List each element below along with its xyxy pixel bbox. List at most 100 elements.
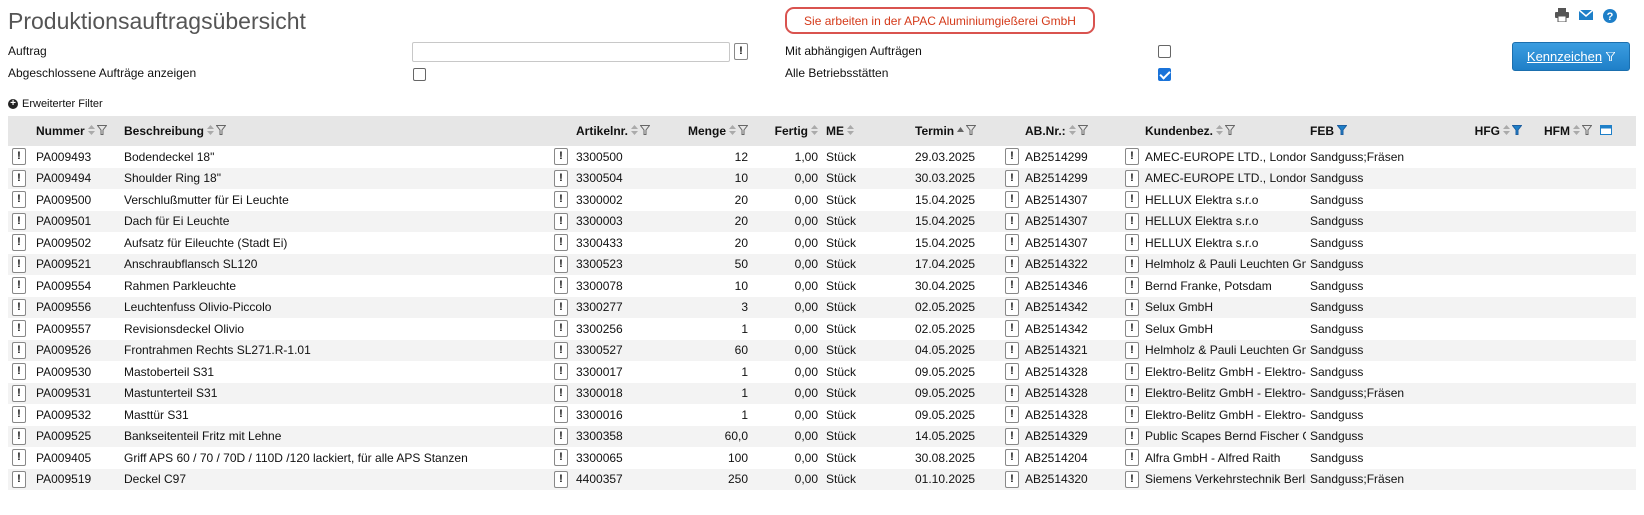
row-info-button[interactable]: ! [12, 427, 26, 445]
table-row[interactable]: ! PA009531 Mastunterteil S31! 3300018 1 0,00 S… [8, 382, 1636, 404]
customer-info-button[interactable]: ! [1125, 341, 1139, 359]
filter-icon[interactable] [215, 124, 227, 138]
sort-icon[interactable] [1068, 124, 1076, 138]
table-row[interactable]: ! PA009557 Revisionsdeckel Olivio! 3300256 1… [8, 318, 1636, 340]
customer-info-button[interactable]: ! [1125, 169, 1139, 187]
filter-icon[interactable] [737, 124, 749, 138]
article-info-button[interactable]: ! [554, 427, 568, 445]
ab-info-button[interactable]: ! [1005, 384, 1019, 402]
row-info-button[interactable]: ! [12, 169, 26, 187]
customer-info-button[interactable]: ! [1125, 191, 1139, 209]
sort-icon[interactable] [1216, 124, 1223, 138]
row-info-button[interactable]: ! [12, 212, 26, 230]
table-row[interactable]: ! PA009532 Masttür S31! 3300016 1 0,00 Stück 09… [8, 404, 1636, 426]
erweiterter-filter-toggle[interactable]: + Erweiterter Filter [8, 98, 103, 110]
article-info-button[interactable]: ! [554, 406, 568, 424]
column-header-feb[interactable]: FEB [1306, 116, 1416, 146]
article-info-button[interactable]: ! [554, 384, 568, 402]
auftrag-input[interactable] [412, 42, 730, 62]
table-row[interactable]: ! PA009405 Griff APS 60 / 70 / 70D / 110D … [8, 447, 1636, 469]
article-info-button[interactable]: ! [554, 449, 568, 467]
column-header-menge[interactable]: Menge [662, 116, 752, 146]
table-row[interactable]: ! PA009494 Shoulder Ring 18"! 3300504 10 0,00… [8, 167, 1636, 189]
column-header-fertig[interactable]: Fertig [752, 116, 822, 146]
article-info-button[interactable]: ! [554, 169, 568, 187]
column-header-me[interactable]: ME [822, 116, 866, 146]
mail-icon[interactable] [1578, 8, 1594, 24]
article-info-button[interactable]: ! [554, 320, 568, 338]
ab-info-button[interactable]: ! [1005, 406, 1019, 424]
column-chooser[interactable] [1596, 116, 1636, 146]
sort-icon[interactable] [1573, 124, 1580, 138]
customer-info-button[interactable]: ! [1125, 406, 1139, 424]
article-info-button[interactable]: ! [554, 212, 568, 230]
table-row[interactable]: ! PA009526 Frontrahmen Rechts SL271.R-1.01… [8, 339, 1636, 361]
article-info-button[interactable]: ! [554, 470, 568, 488]
row-info-button[interactable]: ! [12, 191, 26, 209]
row-info-button[interactable]: ! [12, 384, 26, 402]
table-row[interactable]: ! PA009530 Mastoberteil S31! 3300017 1 0,00 St… [8, 361, 1636, 383]
filter-icon[interactable] [1077, 124, 1089, 138]
betriebsstaetten-checkbox[interactable] [1158, 68, 1171, 81]
column-header-kunde[interactable]: Kundenbez. [1141, 116, 1306, 146]
customer-info-button[interactable]: ! [1125, 255, 1139, 273]
row-info-button[interactable]: ! [12, 277, 26, 295]
auftrag-info-button[interactable]: ! [734, 43, 748, 60]
ab-info-button[interactable]: ! [1005, 341, 1019, 359]
article-info-button[interactable]: ! [554, 255, 568, 273]
ab-info-button[interactable]: ! [1005, 449, 1019, 467]
article-info-button[interactable]: ! [554, 341, 568, 359]
table-row[interactable]: ! PA009521 Anschraubflansch SL120! 3300523 5… [8, 253, 1636, 275]
customer-info-button[interactable]: ! [1125, 427, 1139, 445]
ab-info-button[interactable]: ! [1005, 191, 1019, 209]
row-info-button[interactable]: ! [12, 449, 26, 467]
ab-info-button[interactable]: ! [1005, 277, 1019, 295]
table-row[interactable]: ! PA009525 Bankseitenteil Fritz mit Lehne!… [8, 425, 1636, 447]
row-info-button[interactable]: ! [12, 255, 26, 273]
article-info-button[interactable]: ! [554, 148, 568, 166]
customer-info-button[interactable]: ! [1125, 363, 1139, 381]
customer-info-button[interactable]: ! [1125, 212, 1139, 230]
column-header-hfm[interactable]: HFM [1526, 116, 1596, 146]
ab-info-button[interactable]: ! [1005, 298, 1019, 316]
customer-info-button[interactable]: ! [1125, 384, 1139, 402]
table-row[interactable]: ! PA009556 Leuchtenfuss Olivio-Piccolo! 330… [8, 296, 1636, 318]
sort-icon[interactable] [207, 124, 215, 138]
customer-info-button[interactable]: ! [1125, 234, 1139, 252]
filter-icon[interactable] [1581, 124, 1593, 138]
sort-icon[interactable] [729, 124, 736, 138]
column-header-beschreibung[interactable]: Beschreibung [120, 116, 550, 146]
ab-info-button[interactable]: ! [1005, 255, 1019, 273]
table-row[interactable]: ! PA009500 Verschlußmutter für Ei Leuchte!… [8, 189, 1636, 211]
customer-info-button[interactable]: ! [1125, 320, 1139, 338]
filter-icon[interactable] [1224, 124, 1236, 138]
column-header-termin[interactable]: Termin [911, 116, 1001, 146]
customer-info-button[interactable]: ! [1125, 148, 1139, 166]
help-icon[interactable]: ? [1602, 8, 1618, 24]
customer-info-button[interactable]: ! [1125, 298, 1139, 316]
article-info-button[interactable]: ! [554, 234, 568, 252]
ab-info-button[interactable]: ! [1005, 320, 1019, 338]
filter-active-icon[interactable] [1336, 124, 1348, 138]
row-info-button[interactable]: ! [12, 320, 26, 338]
column-header-hfg[interactable]: HFG [1416, 116, 1526, 146]
sort-icon[interactable] [87, 124, 95, 138]
table-row[interactable]: ! PA009501 Dach für Ei Leuchte! 3300003 20 0,… [8, 210, 1636, 232]
kennzeichen-button[interactable]: Kennzeichen [1512, 42, 1630, 71]
article-info-button[interactable]: ! [554, 277, 568, 295]
filter-icon[interactable] [965, 124, 977, 138]
ab-info-button[interactable]: ! [1005, 169, 1019, 187]
ab-info-button[interactable]: ! [1005, 148, 1019, 166]
row-info-button[interactable]: ! [12, 363, 26, 381]
ab-info-button[interactable]: ! [1005, 363, 1019, 381]
printer-icon[interactable] [1554, 8, 1570, 24]
export-icon[interactable] [1600, 124, 1612, 138]
sort-icon[interactable] [1503, 124, 1510, 138]
article-info-button[interactable]: ! [554, 298, 568, 316]
table-row[interactable]: ! PA009502 Aufsatz für Eileuchte (Stadt Ei… [8, 232, 1636, 254]
customer-info-button[interactable]: ! [1125, 449, 1139, 467]
row-info-button[interactable]: ! [12, 148, 26, 166]
column-header-artikelnr[interactable]: Artikelnr. [572, 116, 662, 146]
ab-info-button[interactable]: ! [1005, 427, 1019, 445]
customer-info-button[interactable]: ! [1125, 277, 1139, 295]
